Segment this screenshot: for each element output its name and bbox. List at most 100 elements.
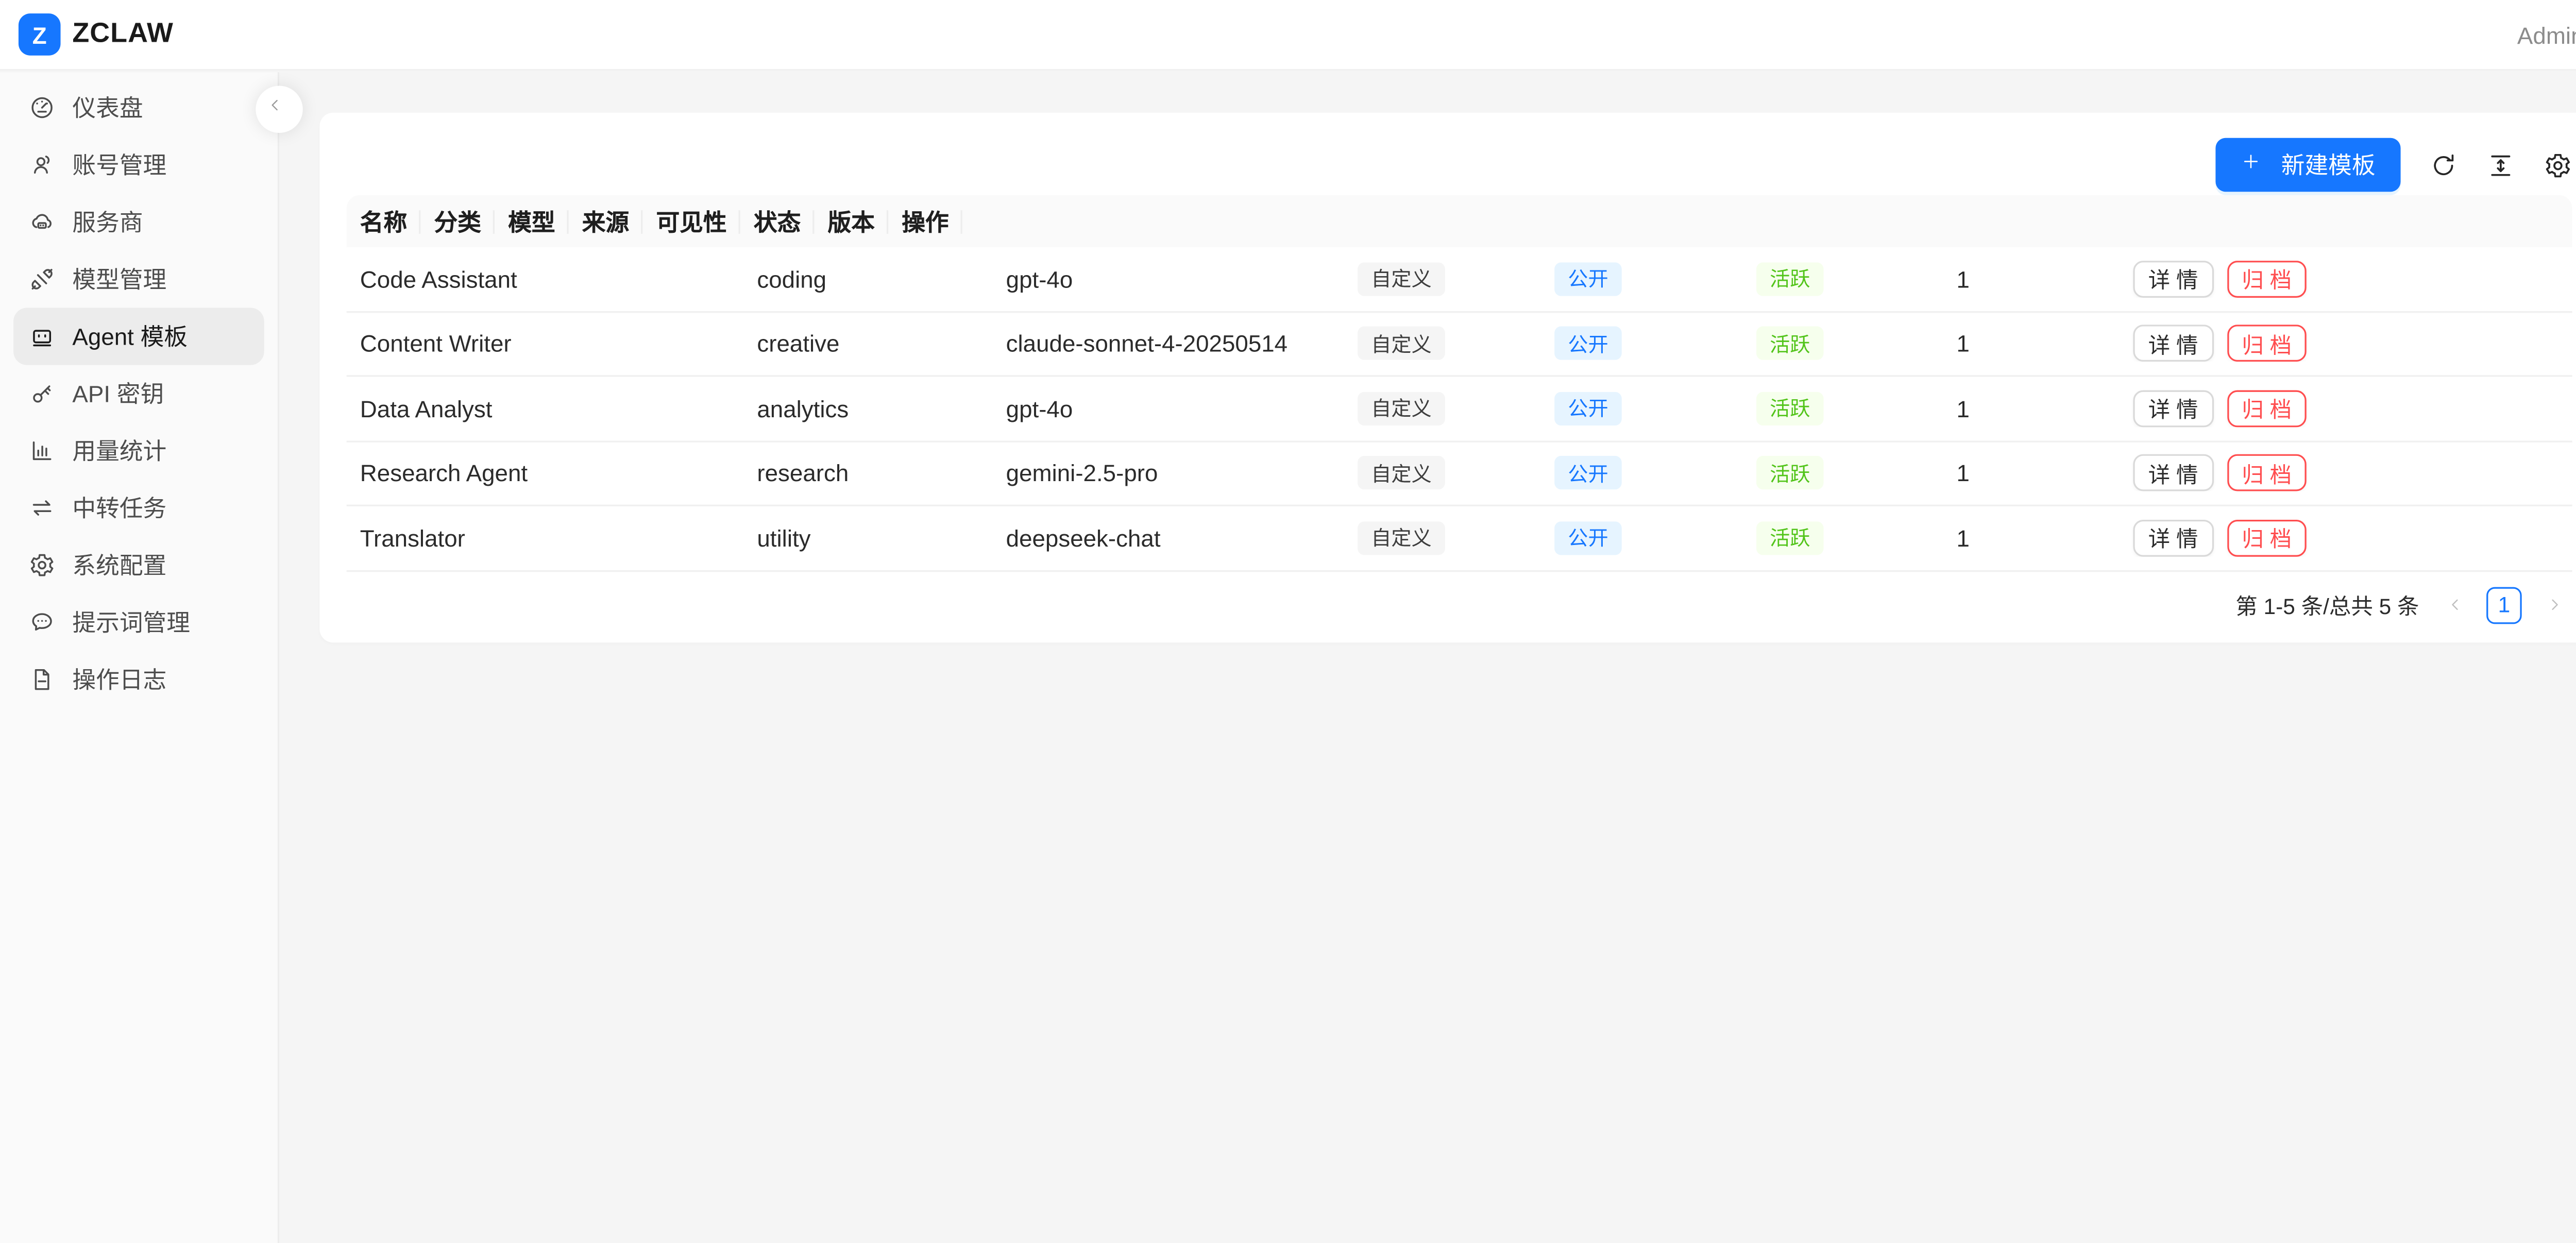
cell-model: deepseek-chat bbox=[993, 524, 1344, 551]
key-icon bbox=[29, 380, 56, 407]
cell-model: gemini-2.5-pro bbox=[993, 459, 1344, 486]
table-row: Translator utility deepseek-chat 自定义 公开 bbox=[347, 506, 2572, 571]
sidebar-item[interactable]: 账号管理 bbox=[13, 136, 264, 193]
sidebar-item-label: 提示词管理 bbox=[72, 606, 190, 639]
brand-name: ZCLAW bbox=[72, 19, 173, 50]
source-tag: 自定义 bbox=[1358, 456, 1445, 490]
column-header: 来源 bbox=[569, 205, 643, 238]
api-icon bbox=[29, 266, 56, 293]
cell-model: gpt-4o bbox=[993, 265, 1344, 292]
table-row: Code Assistant coding gpt-4o 自定义 公开 bbox=[347, 247, 2572, 312]
sidebar-item-label: 服务商 bbox=[72, 205, 143, 239]
sidebar-item[interactable]: 仪表盘 bbox=[13, 79, 264, 136]
cell-version: 1 bbox=[1943, 265, 2120, 292]
reload-icon[interactable] bbox=[2429, 150, 2458, 179]
pagination-summary: 第 1-5 条/总共 5 条 bbox=[2235, 589, 2419, 621]
sidebar-item[interactable]: 用量统计 bbox=[13, 422, 264, 480]
visibility-tag: 公开 bbox=[1554, 391, 1622, 425]
gear-icon bbox=[29, 552, 56, 578]
column-header: 名称 bbox=[347, 205, 421, 238]
content-card: 新建模板 名称 分类 模型 来源 bbox=[319, 113, 2576, 643]
pagination: 第 1-5 条/总共 5 条 1 bbox=[347, 586, 2572, 623]
sidebar-item-label: 仪表盘 bbox=[72, 91, 143, 124]
archive-button[interactable]: 归 档 bbox=[2227, 325, 2307, 362]
sidebar: 仪表盘 账号管理 服务商 模型管理 bbox=[0, 72, 279, 1243]
sidebar-item-label: 模型管理 bbox=[72, 262, 166, 296]
comment-icon bbox=[29, 609, 56, 636]
cell-category: utility bbox=[743, 524, 992, 551]
sidebar-item-label: 中转任务 bbox=[72, 491, 166, 524]
cell-model: claude-sonnet-4-20250514 bbox=[993, 330, 1344, 357]
prev-page-icon[interactable] bbox=[2436, 586, 2473, 623]
status-tag: 活跃 bbox=[1756, 456, 1824, 490]
sidebar-item[interactable]: Agent 模板 bbox=[13, 308, 264, 365]
table-body: Code Assistant coding gpt-4o 自定义 公开 bbox=[347, 247, 2572, 571]
column-header: 操作 bbox=[888, 205, 962, 238]
sidebar-item-label: Agent 模板 bbox=[72, 319, 188, 353]
visibility-tag: 公开 bbox=[1554, 327, 1622, 360]
cell-name: Content Writer bbox=[347, 330, 744, 357]
sidebar-item[interactable]: 系统配置 bbox=[13, 537, 264, 594]
detail-button[interactable]: 详 情 bbox=[2133, 454, 2213, 491]
table-header-row: 名称 分类 模型 来源 可见性 状态 版本 bbox=[347, 195, 2572, 247]
cell-version: 1 bbox=[1943, 524, 2120, 551]
archive-button[interactable]: 归 档 bbox=[2227, 260, 2307, 297]
visibility-tag: 公开 bbox=[1554, 456, 1622, 490]
archive-button[interactable]: 归 档 bbox=[2227, 454, 2307, 491]
users-icon bbox=[29, 151, 56, 178]
detail-button[interactable]: 详 情 bbox=[2133, 325, 2213, 362]
dashboard-icon bbox=[29, 94, 56, 121]
sidebar-item-label: 操作日志 bbox=[72, 663, 166, 696]
sidebar-item-label: 用量统计 bbox=[72, 434, 166, 467]
robot-icon bbox=[29, 323, 56, 350]
detail-button[interactable]: 详 情 bbox=[2133, 519, 2213, 556]
cell-name: Translator bbox=[347, 524, 744, 551]
cloud-server-icon bbox=[29, 209, 56, 235]
sidebar-item[interactable]: API 密钥 bbox=[13, 365, 264, 422]
visibility-tag: 公开 bbox=[1554, 521, 1622, 554]
sidebar-item[interactable]: 提示词管理 bbox=[13, 594, 264, 651]
detail-button[interactable]: 详 情 bbox=[2133, 260, 2213, 297]
cell-category: coding bbox=[743, 265, 992, 292]
sidebar-item[interactable]: 中转任务 bbox=[13, 480, 264, 537]
cell-model: gpt-4o bbox=[993, 395, 1344, 422]
top-bar: Z ZCLAW Admin bbox=[0, 0, 2576, 71]
brand: Z ZCLAW bbox=[0, 13, 174, 56]
sidebar-item[interactable]: 模型管理 bbox=[13, 251, 264, 308]
column-header: 模型 bbox=[495, 205, 569, 238]
table-row: Content Writer creative claude-sonnet-4-… bbox=[347, 312, 2572, 377]
cell-version: 1 bbox=[1943, 330, 2120, 357]
column-header: 分类 bbox=[420, 205, 495, 238]
status-tag: 活跃 bbox=[1756, 262, 1824, 296]
cell-category: creative bbox=[743, 330, 992, 357]
source-tag: 自定义 bbox=[1358, 262, 1445, 296]
template-table: 名称 分类 模型 来源 可见性 状态 版本 bbox=[347, 195, 2572, 571]
sidebar-item[interactable]: 操作日志 bbox=[13, 651, 264, 708]
table-row: Research Agent research gemini-2.5-pro 自… bbox=[347, 441, 2572, 506]
file-icon bbox=[29, 666, 56, 693]
cell-category: research bbox=[743, 459, 992, 486]
sidebar-item[interactable]: 服务商 bbox=[13, 194, 264, 251]
settings-gear-icon[interactable] bbox=[2544, 150, 2572, 179]
sidebar-collapse-button[interactable] bbox=[256, 86, 302, 133]
source-tag: 自定义 bbox=[1358, 327, 1445, 360]
new-template-button[interactable]: 新建模板 bbox=[2215, 138, 2400, 192]
column-height-icon[interactable] bbox=[2486, 150, 2515, 179]
brand-logo: Z bbox=[19, 13, 61, 56]
chevron-left-icon bbox=[266, 96, 293, 123]
detail-button[interactable]: 详 情 bbox=[2133, 390, 2213, 427]
column-header: 状态 bbox=[740, 205, 815, 238]
source-tag: 自定义 bbox=[1358, 391, 1445, 425]
archive-button[interactable]: 归 档 bbox=[2227, 390, 2307, 427]
cell-version: 1 bbox=[1943, 395, 2120, 422]
sidebar-item-label: 系统配置 bbox=[72, 548, 166, 582]
archive-button[interactable]: 归 档 bbox=[2227, 519, 2307, 556]
table-row: Data Analyst analytics gpt-4o 自定义 公开 bbox=[347, 377, 2572, 441]
next-page-icon[interactable] bbox=[2535, 586, 2572, 623]
visibility-tag: 公开 bbox=[1554, 262, 1622, 296]
cell-version: 1 bbox=[1943, 459, 2120, 486]
cell-name: Code Assistant bbox=[347, 265, 744, 292]
page-number-button[interactable]: 1 bbox=[2486, 586, 2522, 623]
sidebar-item-label: API 密钥 bbox=[72, 377, 164, 410]
status-tag: 活跃 bbox=[1756, 391, 1824, 425]
